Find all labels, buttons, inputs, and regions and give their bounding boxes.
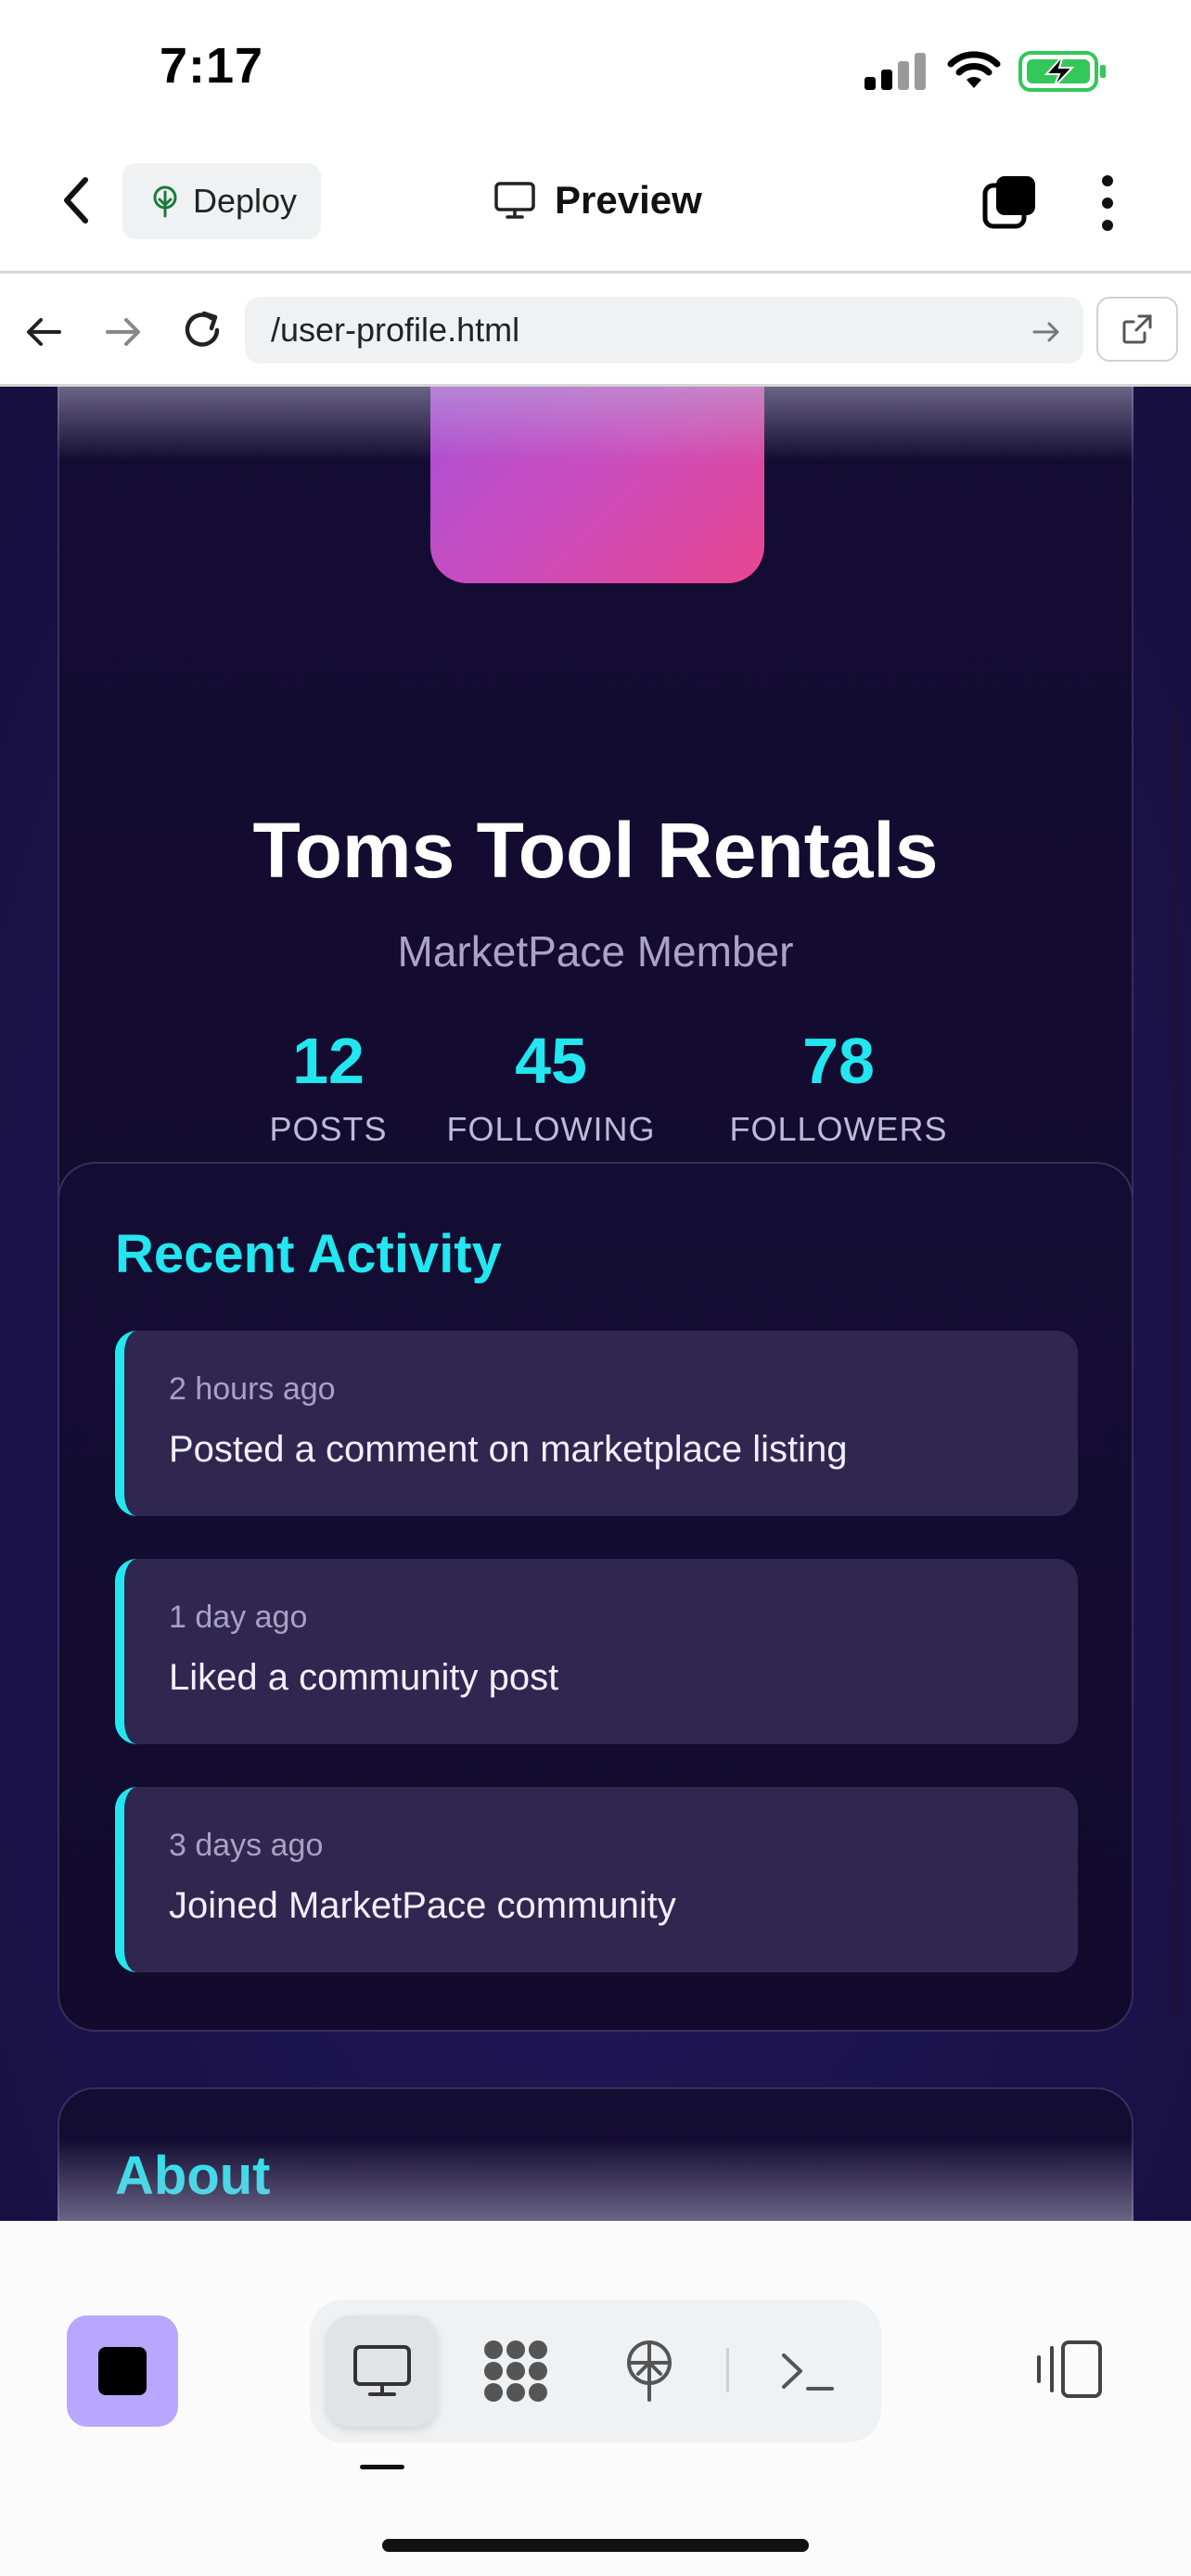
monitor-icon — [494, 182, 535, 219]
stat-label: FOLLOWING — [446, 1110, 656, 1148]
url-input[interactable]: /user-profile.html — [245, 297, 1083, 363]
scrollbar[interactable] — [1172, 711, 1180, 2019]
open-external-button[interactable] — [1096, 297, 1178, 362]
profile-name: Toms Tool Rentals — [252, 807, 939, 894]
stat-value: 45 — [515, 1025, 587, 1097]
activity-text: Joined MarketPace community — [169, 1885, 676, 1926]
terminal-icon — [782, 2353, 834, 2391]
stat-value: 78 — [802, 1025, 875, 1097]
preview-label: Preview — [555, 178, 702, 222]
active-view-indicator — [360, 2465, 404, 2469]
status-icons — [863, 48, 1108, 95]
activity-item[interactable]: 3 days ago Joined MarketPace community — [115, 1787, 1078, 1972]
section-title: Recent Activity — [115, 1224, 502, 1284]
avatar — [430, 387, 764, 583]
web-viewport[interactable]: Toms Tool Rentals MarketPace Member 12 P… — [0, 387, 1191, 2221]
activity-time: 3 days ago — [169, 1828, 324, 1863]
deploy-view-button[interactable] — [594, 2315, 705, 2427]
browser-forward-icon[interactable] — [100, 310, 145, 354]
activity-item[interactable]: 2 hours ago Posted a comment on marketpl… — [115, 1331, 1078, 1516]
nodes-grid-icon — [484, 2340, 547, 2402]
battery-charging-icon — [1018, 51, 1106, 92]
split-layout-icon[interactable] — [1031, 2337, 1106, 2402]
deploy-tree-icon — [153, 185, 177, 218]
wifi-icon — [947, 51, 1001, 88]
monitor-icon — [353, 2345, 411, 2396]
activity-text: Posted a comment on marketplace listing — [169, 1429, 848, 1470]
console-view-button[interactable] — [751, 2315, 863, 2427]
stat-followers[interactable]: 78 FOLLOWERS — [718, 1028, 959, 1149]
activity-text: Liked a community post — [169, 1657, 559, 1698]
switcher-separator — [726, 2348, 729, 2392]
about-card: About — [58, 2087, 1133, 2221]
stop-button[interactable] — [67, 2315, 178, 2427]
stat-posts[interactable]: 12 POSTS — [236, 1028, 421, 1149]
stop-icon — [98, 2347, 147, 2395]
section-title: About — [115, 2146, 271, 2206]
stat-following[interactable]: 45 FOLLOWING — [440, 1028, 662, 1149]
deploy-globe-icon — [627, 2340, 672, 2402]
tabs-copy-icon[interactable] — [981, 172, 1039, 230]
url-go-arrow-icon[interactable] — [1030, 315, 1063, 349]
status-time: 7:17 — [160, 38, 264, 94]
profile-subtitle: MarketPace Member — [397, 927, 794, 976]
activity-time: 2 hours ago — [169, 1371, 336, 1407]
stat-label: POSTS — [269, 1110, 388, 1148]
deploy-label: Deploy — [193, 182, 298, 220]
stat-value: 12 — [292, 1025, 365, 1097]
workflow-view-button[interactable] — [460, 2315, 571, 2427]
home-indicator[interactable] — [382, 2539, 809, 2552]
more-options-icon[interactable] — [1091, 172, 1124, 234]
activity-time: 1 day ago — [169, 1600, 308, 1635]
external-link-icon — [1122, 314, 1152, 344]
back-chevron-icon[interactable] — [54, 172, 100, 228]
preview-view-button[interactable] — [327, 2315, 438, 2427]
recent-activity-card: Recent Activity 2 hours ago Posted a com… — [58, 1162, 1133, 2032]
preview-tab[interactable]: Preview — [493, 172, 702, 228]
reload-icon[interactable] — [178, 306, 226, 354]
stat-label: FOLLOWERS — [729, 1110, 948, 1148]
cellular-signal-icon — [864, 53, 926, 90]
deploy-button[interactable]: Deploy — [122, 163, 321, 239]
browser-back-icon[interactable] — [22, 310, 67, 354]
activity-item[interactable]: 1 day ago Liked a community post — [115, 1559, 1078, 1744]
